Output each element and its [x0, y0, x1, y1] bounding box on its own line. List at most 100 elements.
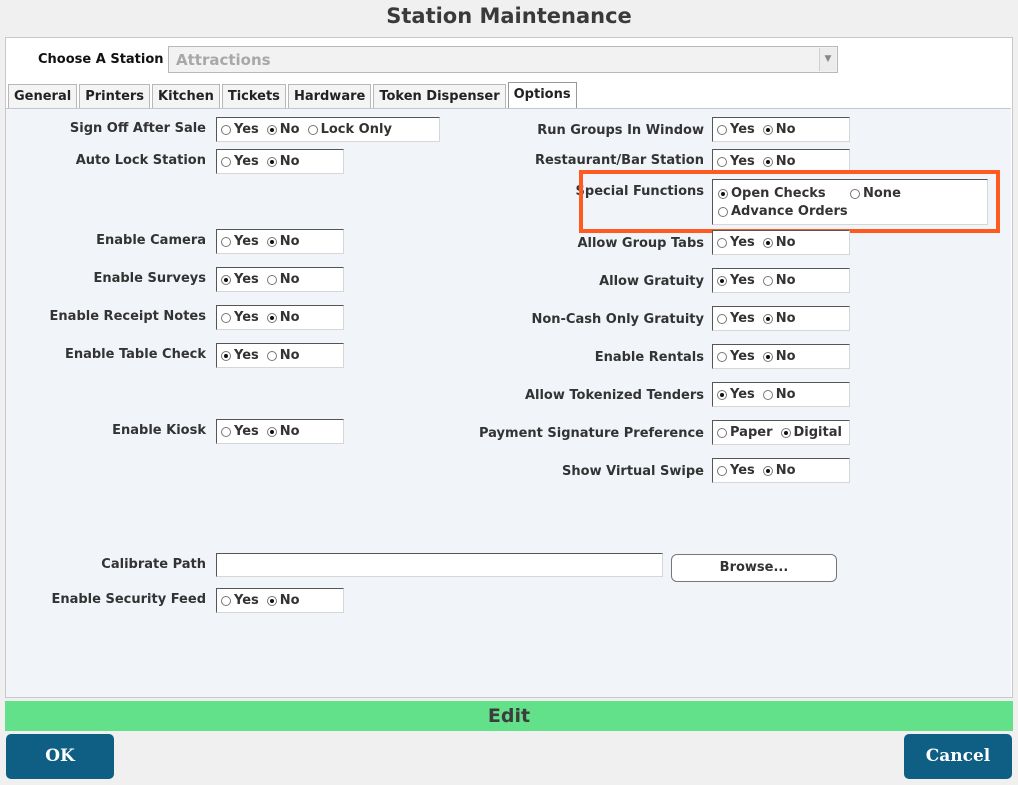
radio-no[interactable]: No	[762, 122, 796, 137]
run-groups-options: Yes No	[712, 117, 850, 142]
receipt-notes-options: Yes No	[216, 305, 344, 330]
radio-no[interactable]: No	[762, 273, 796, 288]
tab-tickets[interactable]: Tickets	[221, 84, 286, 108]
tab-printers[interactable]: Printers	[79, 84, 151, 108]
radio-yes[interactable]: Yes	[717, 349, 755, 364]
radio-yes[interactable]: Yes	[221, 593, 259, 608]
radio-no-indicator	[762, 156, 773, 167]
radio-digital-indicator	[780, 427, 791, 438]
sign-off-label: Sign Off After Sale	[69, 121, 206, 136]
radio-yes[interactable]: Yes	[221, 310, 259, 325]
radio-lock-only[interactable]: Lock Only	[307, 122, 392, 137]
radio-no-indicator	[762, 465, 773, 476]
radio-no-indicator	[762, 275, 773, 286]
radio-yes[interactable]: Yes	[717, 235, 755, 250]
radio-yes[interactable]: Yes	[221, 424, 259, 439]
station-select[interactable]: Attractions ▼	[168, 46, 838, 73]
sign-off-options: Yes No Lock Only	[216, 117, 440, 142]
gratuity-options: Yes No	[712, 268, 850, 293]
radio-no-indicator	[266, 350, 277, 361]
table-check-label: Enable Table Check	[64, 347, 206, 362]
radio-no[interactable]: No	[762, 235, 796, 250]
radio-no[interactable]: No	[266, 310, 300, 325]
group-tabs-options: Yes No	[712, 230, 850, 255]
radio-no-indicator	[266, 236, 277, 247]
radio-yes[interactable]: Yes	[717, 463, 755, 478]
ok-button[interactable]: OK	[6, 734, 114, 779]
virtual-swipe-label: Show Virtual Swipe	[562, 464, 704, 479]
radio-yes[interactable]: Yes	[717, 273, 755, 288]
radio-no-indicator	[762, 124, 773, 135]
kiosk-label: Enable Kiosk	[112, 423, 206, 438]
signature-pref-label: Payment Signature Preference	[479, 426, 704, 441]
tab-token-dispenser[interactable]: Token Dispenser	[373, 84, 506, 108]
radio-no-indicator	[762, 313, 773, 324]
choose-station-label: Choose A Station	[38, 52, 164, 67]
radio-yes-indicator	[221, 274, 231, 285]
tab-kitchen[interactable]: Kitchen	[152, 84, 220, 108]
radio-yes[interactable]: Yes	[717, 154, 755, 169]
auto-lock-label: Auto Lock Station	[75, 153, 206, 168]
radio-no[interactable]: No	[266, 272, 300, 287]
noncash-gratuity-label: Non-Cash Only Gratuity	[531, 312, 704, 327]
radio-no-indicator	[762, 389, 773, 400]
radio-digital[interactable]: Digital	[780, 425, 842, 440]
radio-yes-indicator	[221, 236, 231, 247]
radio-yes[interactable]: Yes	[221, 234, 259, 249]
rentals-label: Enable Rentals	[594, 350, 704, 365]
gratuity-label: Allow Gratuity	[599, 274, 704, 289]
tab-options[interactable]: Options	[507, 82, 577, 108]
tab-hardware[interactable]: Hardware	[287, 84, 372, 108]
station-select-value: Attractions	[176, 51, 271, 69]
calibrate-path-input[interactable]	[216, 553, 663, 577]
edit-status-bar: Edit	[5, 701, 1013, 731]
group-tabs-label: Allow Group Tabs	[577, 236, 704, 251]
camera-options: Yes No	[216, 229, 344, 254]
run-groups-label: Run Groups In Window	[537, 123, 704, 138]
camera-label: Enable Camera	[96, 233, 206, 248]
radio-paper[interactable]: Paper	[717, 425, 773, 440]
virtual-swipe-options: Yes No	[712, 458, 850, 483]
radio-no[interactable]: No	[266, 154, 300, 169]
radio-yes[interactable]: Yes	[221, 348, 259, 363]
radio-no-indicator	[266, 124, 277, 135]
radio-lock-only-indicator	[307, 124, 318, 135]
radio-yes-indicator	[221, 350, 231, 361]
radio-yes-indicator	[717, 351, 727, 362]
receipt-notes-label: Enable Receipt Notes	[49, 309, 206, 324]
radio-yes[interactable]: Yes	[221, 154, 259, 169]
radio-yes[interactable]: Yes	[717, 311, 755, 326]
radio-no[interactable]: No	[266, 593, 300, 608]
radio-no[interactable]: No	[762, 349, 796, 364]
radio-no[interactable]: No	[266, 348, 300, 363]
radio-yes-indicator	[221, 124, 231, 135]
radio-yes[interactable]: Yes	[221, 272, 259, 287]
radio-no[interactable]: No	[266, 234, 300, 249]
auto-lock-options: Yes No	[216, 149, 344, 174]
radio-no[interactable]: No	[266, 122, 300, 137]
radio-no[interactable]: No	[762, 463, 796, 478]
radio-yes-indicator	[717, 124, 727, 135]
restaurant-bar-label: Restaurant/Bar Station	[534, 153, 704, 168]
radio-no[interactable]: No	[762, 311, 796, 326]
radio-no-indicator	[266, 274, 277, 285]
radio-paper-indicator	[717, 427, 727, 438]
radio-yes[interactable]: Yes	[717, 387, 755, 402]
radio-no-indicator	[266, 426, 277, 437]
table-check-options: Yes No	[216, 343, 344, 368]
chevron-down-icon[interactable]: ▼	[819, 48, 836, 71]
radio-no-indicator	[266, 595, 277, 606]
radio-no-indicator	[762, 351, 773, 362]
radio-yes[interactable]: Yes	[221, 122, 259, 137]
browse-button[interactable]: Browse...	[671, 554, 837, 582]
cancel-button[interactable]: Cancel	[904, 734, 1012, 779]
radio-no[interactable]: No	[762, 387, 796, 402]
radio-yes-indicator	[717, 313, 727, 324]
radio-yes-indicator	[221, 426, 231, 437]
radio-no[interactable]: No	[762, 154, 796, 169]
tab-general[interactable]: General	[8, 84, 78, 108]
noncash-gratuity-options: Yes No	[712, 306, 850, 331]
radio-yes-indicator	[717, 237, 727, 248]
radio-yes[interactable]: Yes	[717, 122, 755, 137]
radio-no[interactable]: No	[266, 424, 300, 439]
